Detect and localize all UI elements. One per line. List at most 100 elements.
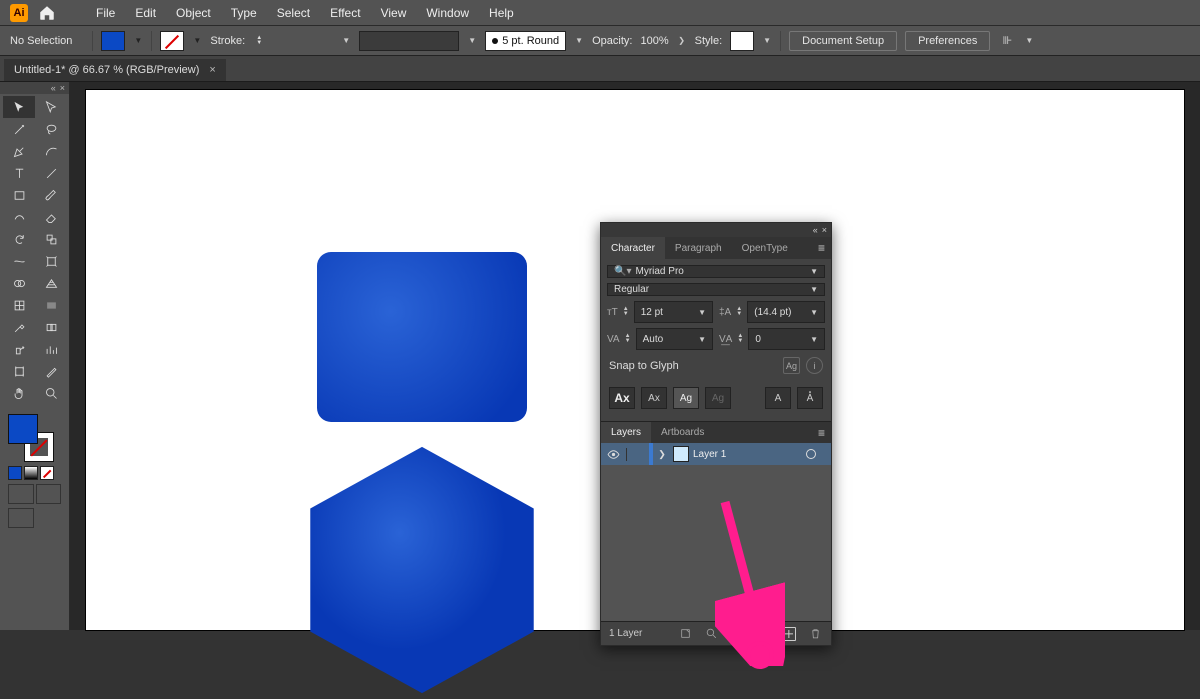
tracking-field[interactable]: 0▼ bbox=[748, 328, 825, 350]
color-mode-none[interactable] bbox=[40, 466, 54, 480]
rounded-rectangle-shape[interactable] bbox=[317, 252, 527, 422]
snap-glyphbox-button[interactable]: Ag bbox=[673, 387, 699, 409]
gradient-tool[interactable] bbox=[35, 294, 67, 316]
layer-row[interactable]: ❯ Layer 1 bbox=[601, 443, 831, 465]
type-tool[interactable] bbox=[3, 162, 35, 184]
opacity-value[interactable]: 100% bbox=[640, 35, 668, 47]
stroke-weight-stepper[interactable]: ▲▼ bbox=[253, 31, 265, 51]
magic-wand-tool[interactable] bbox=[3, 118, 35, 140]
eraser-tool[interactable] bbox=[35, 206, 67, 228]
direct-selection-tool[interactable] bbox=[35, 96, 67, 118]
fill-stroke-control[interactable] bbox=[8, 414, 56, 462]
eyedropper-tool[interactable] bbox=[3, 316, 35, 338]
preferences-button[interactable]: Preferences bbox=[905, 31, 990, 51]
font-family-field[interactable]: 🔍▾ Myriad Pro ▼ bbox=[607, 265, 825, 278]
column-graph-tool[interactable] bbox=[35, 338, 67, 360]
document-setup-button[interactable]: Document Setup bbox=[789, 31, 897, 51]
fill-color-box[interactable] bbox=[8, 414, 38, 444]
stroke-swatch[interactable] bbox=[160, 31, 184, 51]
line-segment-tool[interactable] bbox=[35, 162, 67, 184]
stroke-weight-dropdown-icon[interactable]: ▼ bbox=[341, 31, 351, 51]
perspective-grid-tool[interactable] bbox=[35, 272, 67, 294]
leading-stepper[interactable]: ▲▼ bbox=[733, 302, 745, 322]
snap-scale-button[interactable]: A̽ bbox=[797, 387, 823, 409]
menu-object[interactable]: Object bbox=[166, 6, 221, 20]
width-tool[interactable] bbox=[3, 250, 35, 272]
home-icon[interactable] bbox=[38, 4, 56, 22]
menu-edit[interactable]: Edit bbox=[125, 6, 166, 20]
draw-normal-mode[interactable] bbox=[8, 484, 34, 504]
stroke-dropdown-icon[interactable]: ▼ bbox=[192, 31, 202, 51]
menu-help[interactable]: Help bbox=[479, 6, 524, 20]
shape-builder-tool[interactable] bbox=[3, 272, 35, 294]
snap-baseline-button[interactable]: Ax bbox=[609, 387, 635, 409]
delete-layer-icon[interactable] bbox=[807, 626, 823, 642]
clipping-mask-icon[interactable] bbox=[729, 626, 745, 642]
curvature-tool[interactable] bbox=[35, 140, 67, 162]
tab-artboards[interactable]: Artboards bbox=[651, 422, 714, 443]
canvas-area[interactable]: « × Character Paragraph OpenType ≡ 🔍▾ My… bbox=[70, 82, 1200, 630]
document-tab[interactable]: Untitled-1* @ 66.67 % (RGB/Preview) × bbox=[4, 59, 226, 81]
stroke-weight-field[interactable] bbox=[273, 31, 333, 51]
snap-proximity-button[interactable]: Ag bbox=[705, 387, 731, 409]
snap-angular-button[interactable]: A bbox=[765, 387, 791, 409]
align-icon[interactable]: ⊪ bbox=[998, 32, 1016, 50]
lasso-tool[interactable] bbox=[35, 118, 67, 140]
snap-xheight-button[interactable]: Ax bbox=[641, 387, 667, 409]
draw-behind-mode[interactable] bbox=[36, 484, 62, 504]
color-mode-solid[interactable] bbox=[8, 466, 22, 480]
graphic-style-swatch[interactable] bbox=[730, 31, 754, 51]
align-dropdown-icon[interactable]: ▼ bbox=[1024, 31, 1034, 51]
fill-dropdown-icon[interactable]: ▼ bbox=[133, 31, 143, 51]
leading-field[interactable]: (14.4 pt)▼ bbox=[747, 301, 825, 323]
new-sublayer-icon[interactable] bbox=[755, 626, 771, 642]
glyph-bounds-icon[interactable]: Ag bbox=[783, 357, 800, 374]
tab-character[interactable]: Character bbox=[601, 237, 665, 259]
mesh-tool[interactable] bbox=[3, 294, 35, 316]
kerning-field[interactable]: Auto▼ bbox=[636, 328, 713, 350]
style-dropdown-icon[interactable]: ▼ bbox=[762, 31, 772, 51]
artboard-tool[interactable] bbox=[3, 360, 35, 382]
menu-file[interactable]: File bbox=[86, 6, 125, 20]
symbol-sprayer-tool[interactable] bbox=[3, 338, 35, 360]
menu-view[interactable]: View bbox=[371, 6, 417, 20]
brush-dropdown-icon[interactable]: ▼ bbox=[574, 31, 584, 51]
tab-layers[interactable]: Layers bbox=[601, 422, 651, 443]
collapse-tools-icon[interactable]: « bbox=[51, 83, 56, 93]
rotate-tool[interactable] bbox=[3, 228, 35, 250]
font-style-field[interactable]: Regular ▼ bbox=[607, 283, 825, 296]
layers-panel-menu-icon[interactable]: ≡ bbox=[818, 426, 825, 440]
menu-type[interactable]: Type bbox=[221, 6, 267, 20]
close-tools-icon[interactable]: × bbox=[60, 83, 65, 93]
zoom-tool[interactable] bbox=[35, 382, 67, 404]
tab-paragraph[interactable]: Paragraph bbox=[665, 237, 732, 259]
close-panel-icon[interactable]: × bbox=[822, 225, 827, 235]
tab-opentype[interactable]: OpenType bbox=[732, 237, 798, 259]
layer-target-button[interactable] bbox=[801, 449, 821, 459]
glyph-info-icon[interactable]: i bbox=[806, 357, 823, 374]
variable-width-profile[interactable] bbox=[359, 31, 459, 51]
fill-swatch[interactable] bbox=[101, 31, 125, 51]
brush-definition-combo[interactable]: 5 pt. Round bbox=[485, 31, 566, 51]
selection-tool[interactable] bbox=[3, 96, 35, 118]
opacity-dropdown-icon[interactable]: ❯ bbox=[677, 31, 687, 51]
menu-window[interactable]: Window bbox=[416, 6, 479, 20]
hand-tool[interactable] bbox=[3, 382, 35, 404]
search-layer-icon[interactable] bbox=[703, 626, 719, 642]
menu-effect[interactable]: Effect bbox=[320, 6, 370, 20]
free-transform-tool[interactable] bbox=[35, 250, 67, 272]
locate-object-icon[interactable] bbox=[677, 626, 693, 642]
font-size-field[interactable]: 12 pt▼ bbox=[634, 301, 713, 323]
scale-tool[interactable] bbox=[35, 228, 67, 250]
new-layer-button[interactable] bbox=[781, 626, 797, 642]
menu-select[interactable]: Select bbox=[267, 6, 320, 20]
color-mode-gradient[interactable] bbox=[24, 466, 38, 480]
screen-mode-button[interactable] bbox=[8, 508, 34, 528]
blend-tool[interactable] bbox=[35, 316, 67, 338]
pen-tool[interactable] bbox=[3, 140, 35, 162]
close-tab-icon[interactable]: × bbox=[209, 64, 215, 76]
rectangle-tool[interactable] bbox=[3, 184, 35, 206]
font-size-stepper[interactable]: ▲▼ bbox=[620, 302, 632, 322]
layer-name-label[interactable]: Layer 1 bbox=[693, 449, 801, 460]
layer-visibility-toggle[interactable] bbox=[601, 448, 627, 461]
